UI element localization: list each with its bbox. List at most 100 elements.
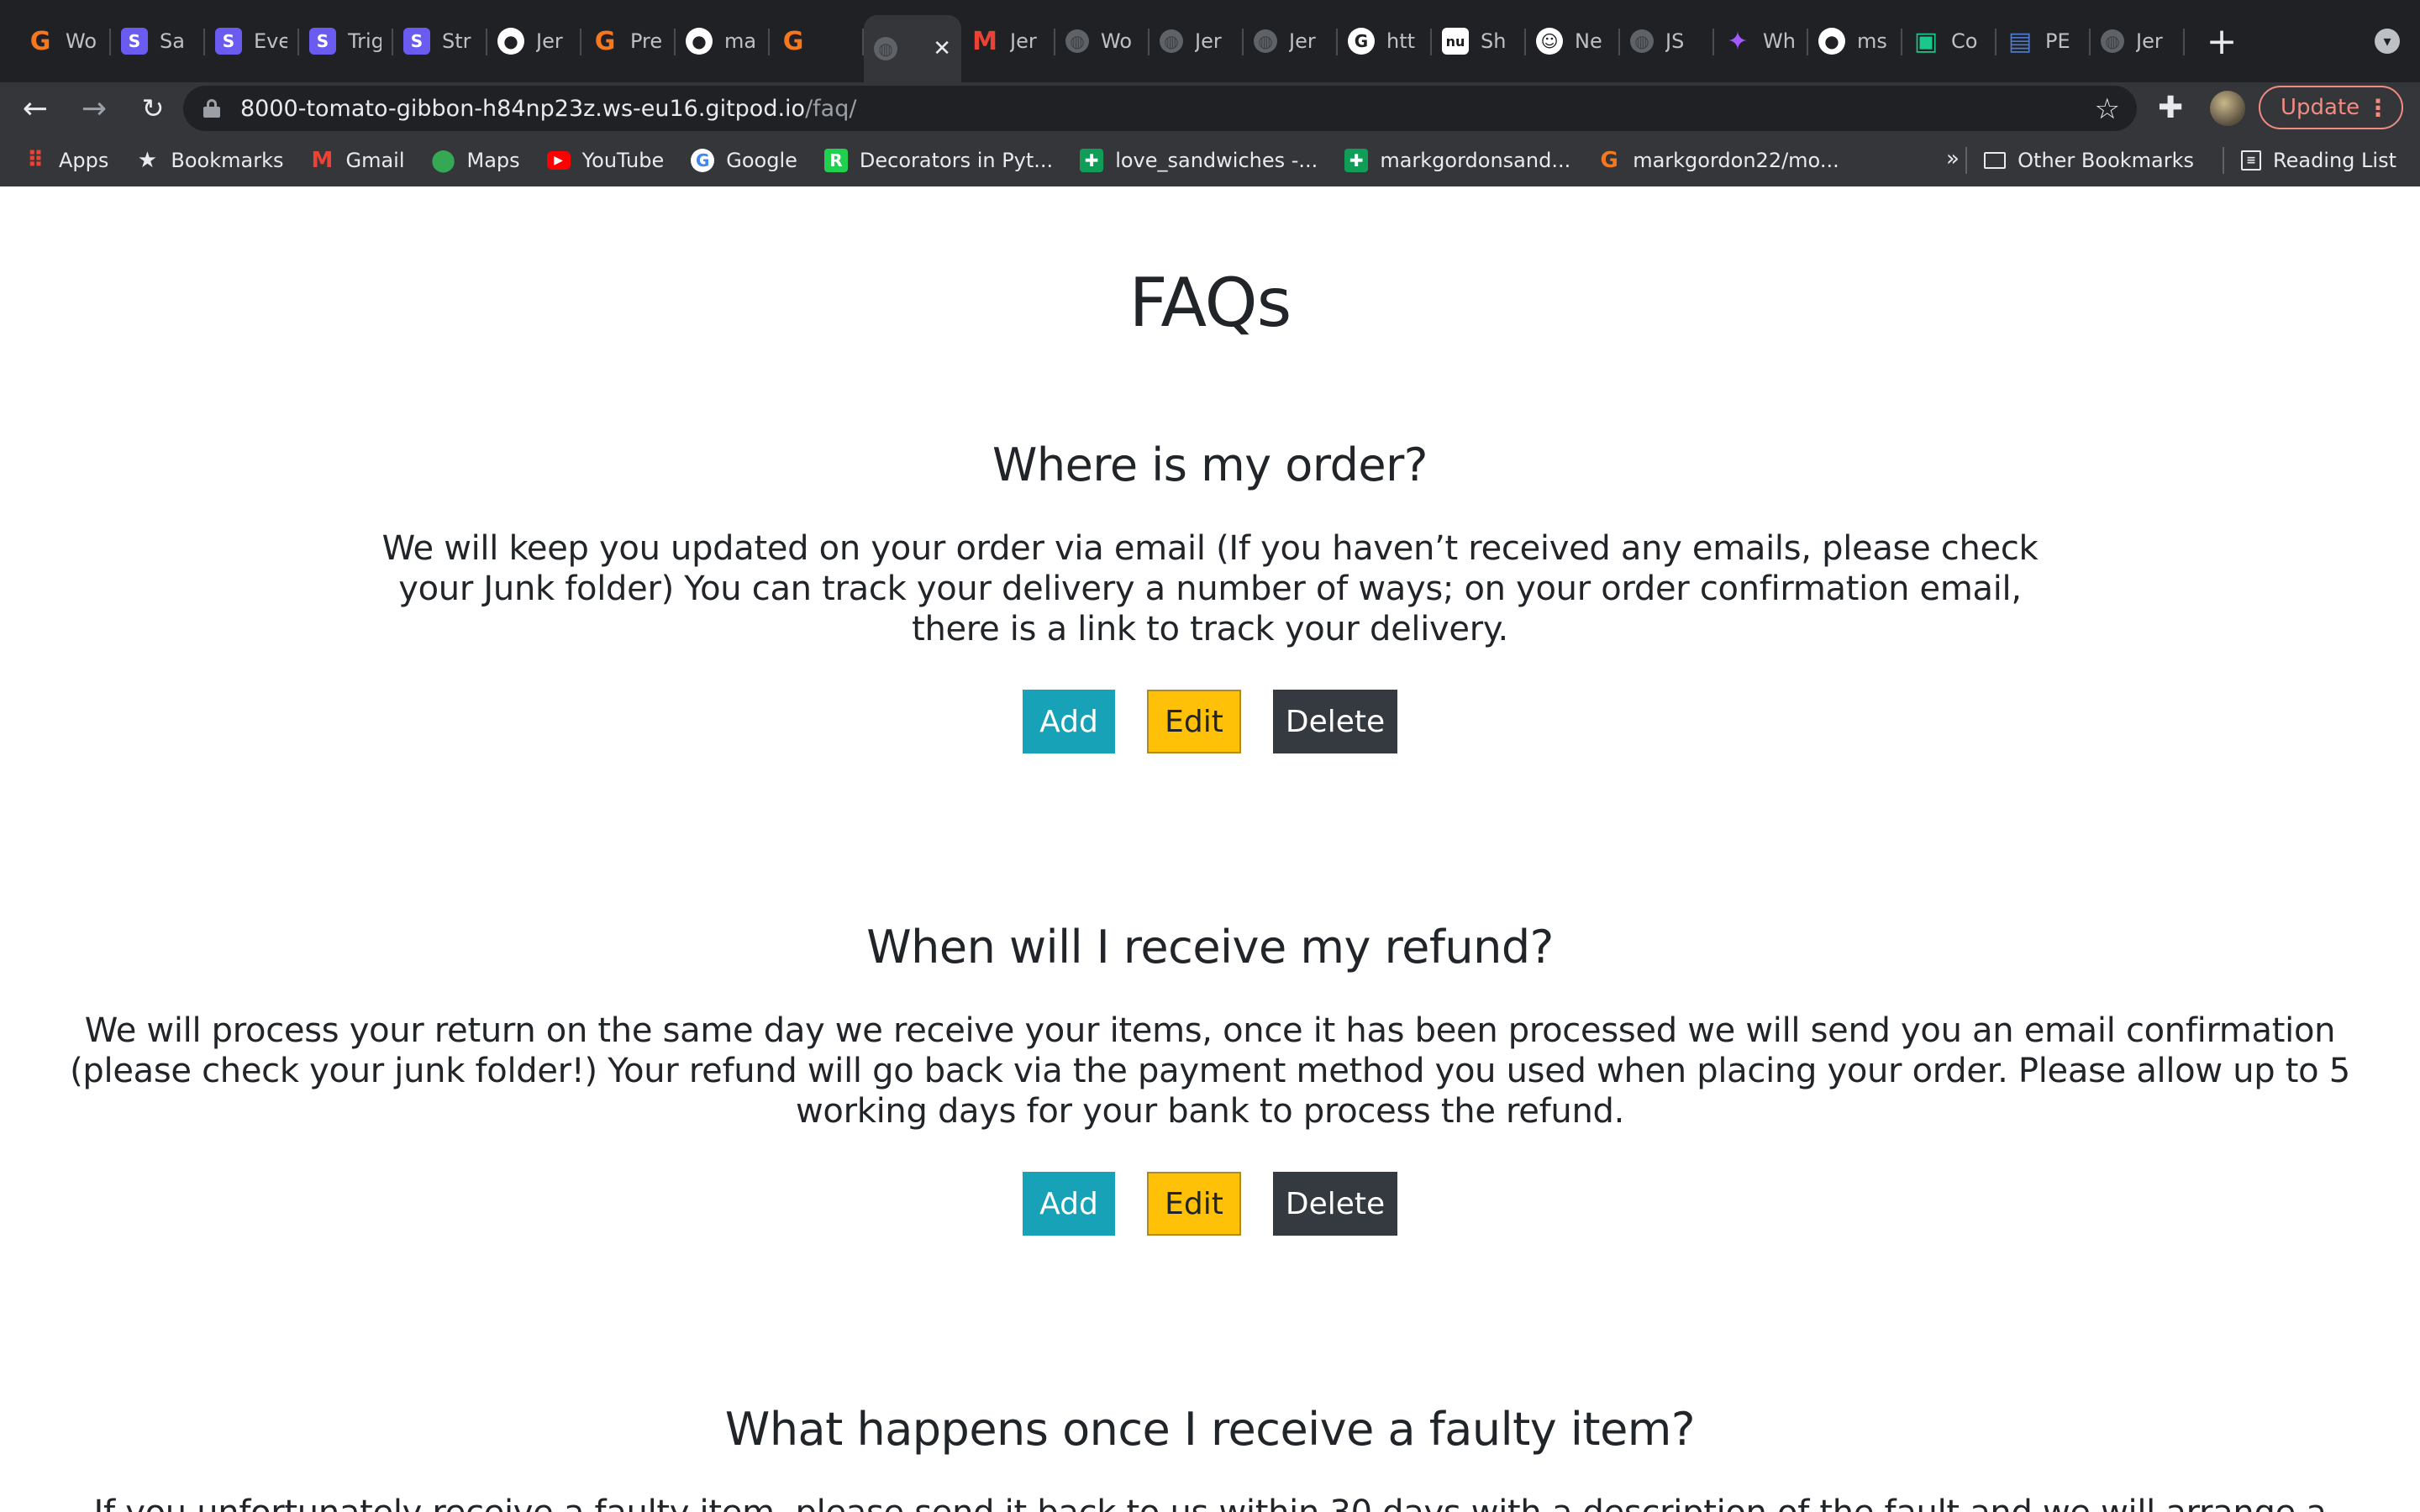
tab-strip: G Wo S Sa S Eve S Trig S Str ● Jer G Pre ● ma G ◍ ✕ M Jer ◍ Wo… [0, 0, 2420, 82]
new-tab-button[interactable]: + [2196, 16, 2247, 66]
reading-list-label: Reading List [2273, 149, 2396, 172]
bookmark-item[interactable]: ★ Bookmarks [135, 148, 284, 173]
globe-icon: ◍ [1630, 29, 1654, 53]
figma-icon: ✦ [1727, 26, 1749, 56]
other-bookmarks-folder[interactable]: Other Bookmarks [1984, 149, 2194, 172]
browser-tab[interactable]: nu Sh [1432, 12, 1526, 71]
browser-tab[interactable]: M Jer [961, 12, 1055, 71]
divider [2223, 147, 2224, 174]
browser-tab-title: Jer [1195, 29, 1222, 53]
browser-tab[interactable]: Ghtt [1338, 12, 1432, 71]
browser-tab[interactable]: ◍ Wo [1055, 12, 1150, 71]
bookmark-label: markgordon22/mo... [1633, 149, 1839, 172]
smiley-icon: ☺ [1536, 28, 1563, 55]
google-icon: G [1348, 28, 1375, 55]
reload-icon[interactable]: ↻ [129, 85, 176, 132]
reading-list-icon: ≡ [2241, 150, 2261, 171]
edit-button[interactable]: Edit [1147, 1172, 1241, 1236]
gmail-icon: M [311, 148, 334, 173]
bookmark-item[interactable]: ✚ markgordonsand... [1344, 149, 1570, 172]
browser-tab[interactable]: ☺ Ne [1526, 12, 1620, 71]
faq-item: What happens once I receive a faulty ite… [0, 1403, 2420, 1512]
bookmark-label: Bookmarks [171, 149, 284, 172]
browser-tab[interactable]: ● Jer [487, 12, 581, 71]
browser-tab[interactable]: S Sa [111, 12, 205, 71]
browser-tab[interactable]: G Wo [17, 12, 111, 71]
browser-tab[interactable]: ◍ Jer [1244, 12, 1338, 71]
faq-actions: Add Edit Delete [0, 1172, 2420, 1236]
browser-tab[interactable]: S Trig [299, 12, 393, 71]
faq-question: When will I receive my refund? [866, 921, 1554, 974]
browser-tab[interactable]: ▣ Co [1902, 12, 1996, 71]
faq-answer: If you unfortunately receive a faulty it… [67, 1493, 2353, 1512]
browser-tab[interactable]: S Eve [205, 12, 299, 71]
faq-item: Where is my order? We will keep you upda… [0, 438, 2420, 753]
browser-tab[interactable]: G [770, 12, 864, 71]
github-icon: ● [1818, 28, 1845, 55]
bookmark-item[interactable]: ✚ love_sandwiches -... [1080, 149, 1318, 172]
browser-tab[interactable]: ◍ JS [1620, 12, 1714, 71]
nu-icon: nu [1442, 28, 1469, 55]
browser-tab[interactable]: ◍ Jer [1150, 12, 1244, 71]
apps-grid-icon: ⠿ [26, 148, 45, 173]
reading-list-button[interactable]: ≡ Reading List [2241, 149, 2396, 172]
delete-button[interactable]: Delete [1273, 690, 1397, 753]
maps-pin-icon: ⬤ [430, 148, 456, 173]
browser-tab[interactable]: ● ms [1808, 12, 1902, 71]
divider [1965, 147, 1968, 174]
bookmark-label: YouTube [581, 149, 665, 172]
faq-page: FAQs Where is my order? We will keep you… [0, 186, 2420, 1512]
browser-tab-title: Co [1951, 29, 1978, 53]
bookmark-item[interactable]: Gmarkgordon22/mo... [1597, 148, 1839, 173]
back-icon[interactable]: ← [12, 85, 59, 132]
browser-tab-title: Sh [1481, 29, 1507, 53]
star-icon: ★ [137, 148, 158, 173]
bookmark-item[interactable]: M Gmail [310, 148, 405, 173]
bookmark-item[interactable]: R Decorators in Pyt... [823, 149, 1053, 172]
browser-tab[interactable]: ● ma [676, 12, 770, 71]
menu-dots-icon[interactable]: ⋮ [2366, 94, 2390, 122]
browser-tab[interactable]: G Pre [581, 12, 676, 71]
browser-tab-title: Str [442, 29, 471, 53]
bookmark-item[interactable]: ⬤ Maps [430, 148, 520, 173]
bookmark-item[interactable]: G Google [691, 149, 797, 172]
bookmark-label: Maps [466, 149, 520, 172]
browser-tab[interactable]: S Str [393, 12, 487, 71]
browser-tab-title: Jer [1289, 29, 1316, 53]
update-button[interactable]: Update ⋮ [2259, 86, 2403, 129]
close-tab-icon[interactable]: ✕ [933, 36, 951, 61]
bookmark-label: markgordonsand... [1380, 149, 1571, 172]
bookmark-item[interactable]: ⠿ Apps [24, 148, 109, 173]
bookmark-item[interactable]: ▶ YouTube [546, 149, 665, 172]
faq-actions: Add Edit Delete [0, 690, 2420, 753]
browser-tab-title: Ne [1575, 29, 1602, 53]
bookmarks-overflow-button[interactable]: » [1946, 146, 1960, 171]
url-path: /faq/ [805, 95, 857, 122]
google-icon: G [691, 149, 715, 172]
bookmark-star-icon[interactable]: ☆ [2095, 92, 2120, 126]
edit-button[interactable]: Edit [1147, 690, 1241, 753]
delete-button[interactable]: Delete [1273, 1172, 1397, 1236]
s-icon: S [309, 28, 336, 55]
globe-icon: ◍ [1065, 29, 1089, 53]
browser-tab[interactable]: ▤ PE [1996, 12, 2091, 71]
address-bar[interactable]: 8000-tomato-gibbon-h84np23z.ws-eu16.gitp… [183, 86, 2137, 131]
tab-search-icon[interactable]: ▾ [2375, 29, 2400, 54]
browser-tab[interactable]: ◍ Jer [2091, 12, 2185, 71]
browser-tab-title: Trig [348, 29, 381, 53]
add-button[interactable]: Add [1023, 690, 1115, 753]
forward-icon[interactable]: → [71, 85, 118, 132]
bookmark-label: love_sandwiches -... [1115, 149, 1318, 172]
bookmark-label: Apps [59, 149, 109, 172]
url-text[interactable]: 8000-tomato-gibbon-h84np23z.ws-eu16.gitp… [240, 96, 856, 122]
extensions-puzzle-icon[interactable]: ✚ [2158, 91, 2183, 125]
browser-tab[interactable]: ◍ ✕ [864, 15, 961, 82]
browser-tab-title: Eve [254, 29, 287, 53]
lock-icon[interactable] [203, 99, 220, 118]
sheets-icon: ✚ [1080, 149, 1104, 172]
faq-item: When will I receive my refund? We will p… [0, 921, 2420, 1236]
profile-avatar[interactable] [2210, 91, 2245, 126]
add-button[interactable]: Add [1023, 1172, 1115, 1236]
browser-tab[interactable]: ✦ Wh [1714, 12, 1808, 71]
browser-tab-title: Wo [66, 29, 97, 53]
